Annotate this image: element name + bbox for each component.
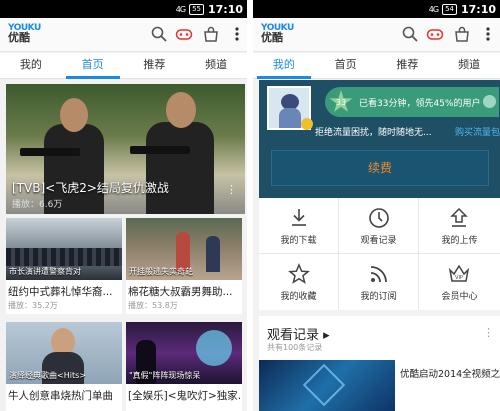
tab-bar: 我的 首页 推荐 频道 — [0, 53, 247, 79]
tab-mine[interactable]: 我的 — [253, 53, 315, 79]
clock: 17:10 — [460, 2, 496, 16]
vip-badge-icon — [301, 118, 313, 130]
signal-indicator: 4G — [175, 4, 186, 14]
tab-recommend[interactable]: 推荐 — [124, 53, 186, 78]
thumbnail-caption: 演绎经典歌曲<Hits> — [9, 371, 86, 380]
youku-logo[interactable]: YOUKU 优酷 — [8, 23, 41, 43]
video-play-count: 播放：53.8万 — [128, 301, 178, 310]
top-bar: YOUKU 优酷 — [253, 18, 500, 52]
chevron-right-icon: ▸ — [323, 328, 330, 343]
history-thumbnail[interactable] — [259, 360, 395, 411]
hero-title[interactable]: [TVB]<飞虎2>结局复仇激战 — [12, 179, 169, 196]
mine-screen: 4G 54 17:10 YOUKU 优酷 我的 首页 推荐 频道 33 已看33… — [253, 0, 500, 411]
more-menu-icon[interactable] — [228, 25, 246, 43]
vip-crown-icon: VIP — [448, 263, 470, 285]
hero-banner[interactable]: [TVB]<飞虎2>结局复仇激战 播放：6.6万 ⋮ — [6, 84, 245, 214]
search-icon[interactable] — [401, 25, 419, 43]
star-icon — [288, 263, 310, 285]
battery-indicator: 55 — [189, 3, 204, 15]
video-card[interactable]: 市长演讲遭警察背对 纽约中式葬礼悼华裔... 播放：35.2万 — [6, 218, 122, 314]
video-thumbnail[interactable]: 开挂般逃失实奇葩 — [126, 218, 242, 280]
watch-history-section: 观看记录 ▸ 共有100条记录 ⋮ 优酷启动2014全视频之夜 — [259, 316, 500, 411]
search-icon[interactable] — [150, 25, 168, 43]
level-info-icon[interactable] — [483, 95, 496, 108]
more-menu-icon[interactable] — [479, 25, 497, 43]
status-bar: 4G 55 17:10 — [0, 0, 247, 18]
tab-mine[interactable]: 我的 — [0, 53, 62, 78]
battery-indicator: 54 — [442, 3, 457, 15]
promo-text: 拒绝流量困扰，随时随地无... — [315, 128, 432, 138]
bag-icon[interactable] — [453, 25, 471, 43]
history-heading[interactable]: 观看记录 ▸ — [267, 324, 330, 343]
download-icon — [288, 207, 310, 229]
video-thumbnail[interactable]: "真假"阵阵现场惊呆 — [126, 322, 242, 384]
thumbnail-caption: 市长演讲遭警察背对 — [9, 267, 81, 276]
my-uploads-button[interactable]: 我的上传 — [419, 198, 500, 254]
history-count: 共有100条记录 — [267, 343, 323, 352]
video-title[interactable]: [全娱乐]<鬼吹灯>独家... — [128, 388, 240, 403]
rss-icon — [368, 263, 390, 285]
youku-logo[interactable]: YOUKU 优酷 — [261, 23, 294, 43]
buy-data-link[interactable]: 购买流量包 — [455, 125, 500, 138]
clock: 17:10 — [207, 2, 243, 16]
tab-home[interactable]: 首页 — [315, 53, 377, 78]
status-bar: 4G 54 17:10 — [253, 0, 500, 18]
video-thumbnail[interactable]: 演绎经典歌曲<Hits> — [6, 322, 122, 384]
hero-play-count: 播放：6.6万 — [12, 200, 63, 210]
level-bar: 33 已看33分钟，领先45%的用户 — [325, 87, 499, 117]
user-profile-panel: 33 已看33分钟，领先45%的用户 拒绝流量困扰，随时随地无... 购买流量包… — [259, 80, 500, 198]
level-star-icon: 33 — [329, 90, 353, 112]
top-bar: YOUKU 优酷 — [0, 18, 247, 52]
video-title[interactable]: 牛人创意串烧热门单曲 — [8, 388, 120, 403]
video-title[interactable]: 纽约中式葬礼悼华裔... — [8, 284, 120, 299]
hero-more-icon[interactable]: ⋮ — [226, 183, 237, 196]
tab-home[interactable]: 首页 — [62, 53, 124, 79]
tab-bar: 我的 首页 推荐 频道 — [253, 53, 500, 79]
watch-stats: 已看33分钟，领先45%的用户 — [359, 99, 481, 109]
tab-channel[interactable]: 频道 — [185, 53, 247, 78]
bag-icon[interactable] — [202, 25, 220, 43]
watch-history-button[interactable]: 观看记录 — [339, 198, 419, 254]
video-card[interactable]: "真假"阵阵现场惊呆 [全娱乐]<鬼吹灯>独家... — [126, 322, 242, 411]
gamepad-icon[interactable] — [426, 25, 444, 43]
my-subscriptions-button[interactable]: 我的订阅 — [339, 254, 419, 310]
vip-center-button[interactable]: VIP 会员中心 — [419, 254, 500, 310]
function-grid: 我的下载 观看记录 我的上传 我的收藏 我的订阅 VIP 会员中心 — [259, 198, 500, 310]
video-card[interactable]: 开挂般逃失实奇葩 棉花糖大叔霸男舞助... 播放：53.8万 — [126, 218, 242, 314]
thumbnail-caption: 开挂般逃失实奇葩 — [129, 267, 193, 276]
video-card[interactable]: 演绎经典歌曲<Hits> 牛人创意串烧热门单曲 — [6, 322, 122, 411]
signal-indicator: 4G — [428, 4, 439, 14]
tab-channel[interactable]: 频道 — [438, 53, 500, 78]
gamepad-icon[interactable] — [175, 25, 193, 43]
renew-button[interactable]: 续费 — [271, 150, 489, 186]
my-downloads-button[interactable]: 我的下载 — [259, 198, 339, 254]
home-screen: 4G 55 17:10 YOUKU 优酷 我的 首页 推荐 频道 [TVB]<飞… — [0, 0, 247, 411]
clock-icon — [368, 207, 390, 229]
history-item-title[interactable]: 优酷启动2014全视频之夜 — [400, 366, 500, 380]
upload-icon — [448, 207, 470, 229]
video-title[interactable]: 棉花糖大叔霸男舞助... — [128, 284, 240, 299]
tab-recommend[interactable]: 推荐 — [377, 53, 439, 78]
thumbnail-caption: "真假"阵阵现场惊呆 — [129, 371, 201, 380]
my-favorites-button[interactable]: 我的收藏 — [259, 254, 339, 310]
svg-text:VIP: VIP — [455, 275, 463, 281]
video-thumbnail[interactable]: 市长演讲遭警察背对 — [6, 218, 122, 280]
history-more-icon[interactable]: ⋮ — [483, 326, 494, 339]
video-play-count: 播放：35.2万 — [8, 301, 58, 310]
